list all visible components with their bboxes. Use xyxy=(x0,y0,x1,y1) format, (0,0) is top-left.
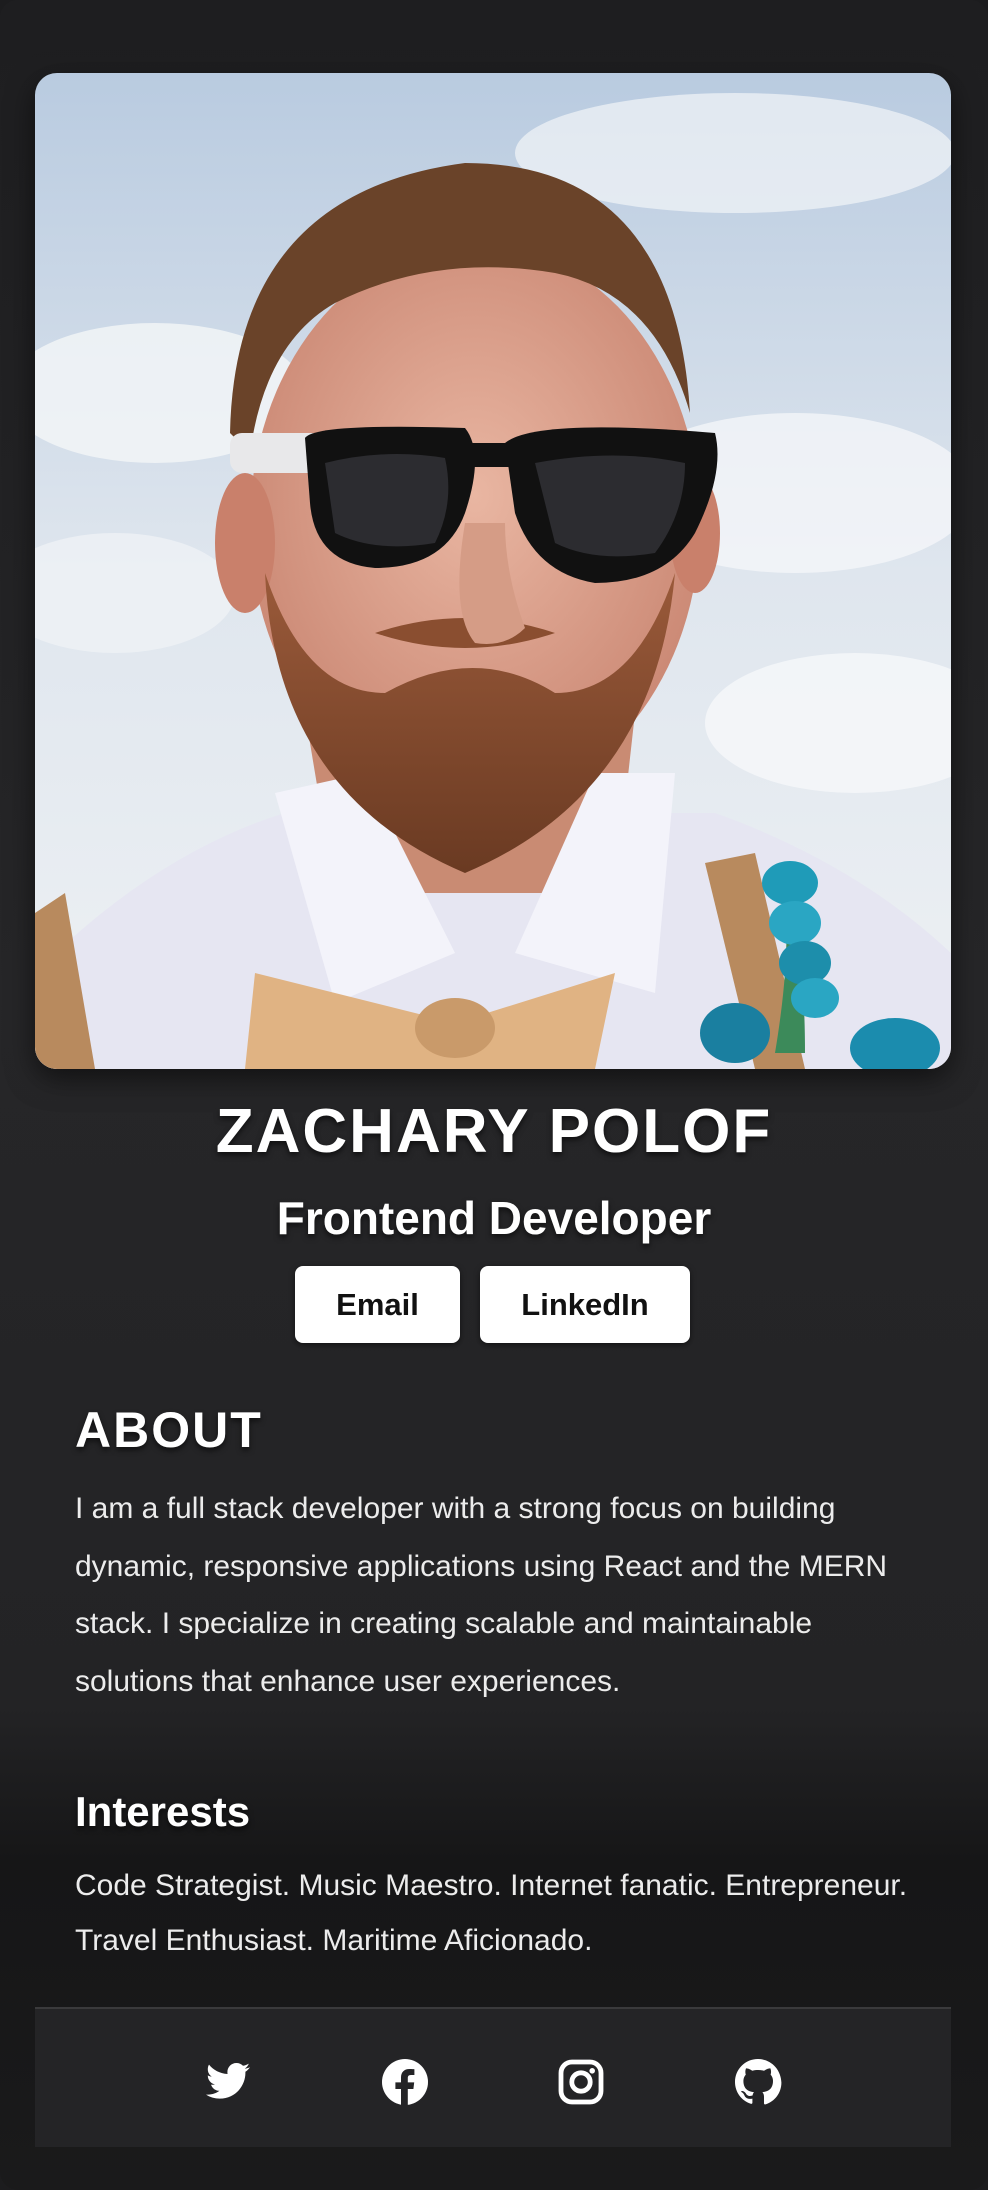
profile-name: ZACHARY POLOF xyxy=(215,1097,773,1166)
interests-text: Code Strategist. Music Maestro. Internet… xyxy=(75,1869,908,1957)
about-heading: ABOUT xyxy=(75,1402,263,1458)
about-text: I am a full stack developer with a stron… xyxy=(75,1492,888,1698)
twitter-icon[interactable] xyxy=(203,2057,253,2107)
linkedin-button[interactable]: LinkedIn xyxy=(480,1266,690,1343)
facebook-icon[interactable] xyxy=(380,2057,430,2107)
github-icon[interactable] xyxy=(733,2057,783,2107)
profile-photo xyxy=(35,73,951,1069)
social-footer xyxy=(35,2007,951,2147)
interests-heading: Interests xyxy=(75,1788,251,1835)
instagram-icon[interactable] xyxy=(556,2057,606,2107)
profile-role: Frontend Developer xyxy=(276,1192,712,1244)
profile-card: ZACHARY POLOF Frontend Developer Email L… xyxy=(0,0,988,2190)
email-button[interactable]: Email xyxy=(295,1266,460,1343)
